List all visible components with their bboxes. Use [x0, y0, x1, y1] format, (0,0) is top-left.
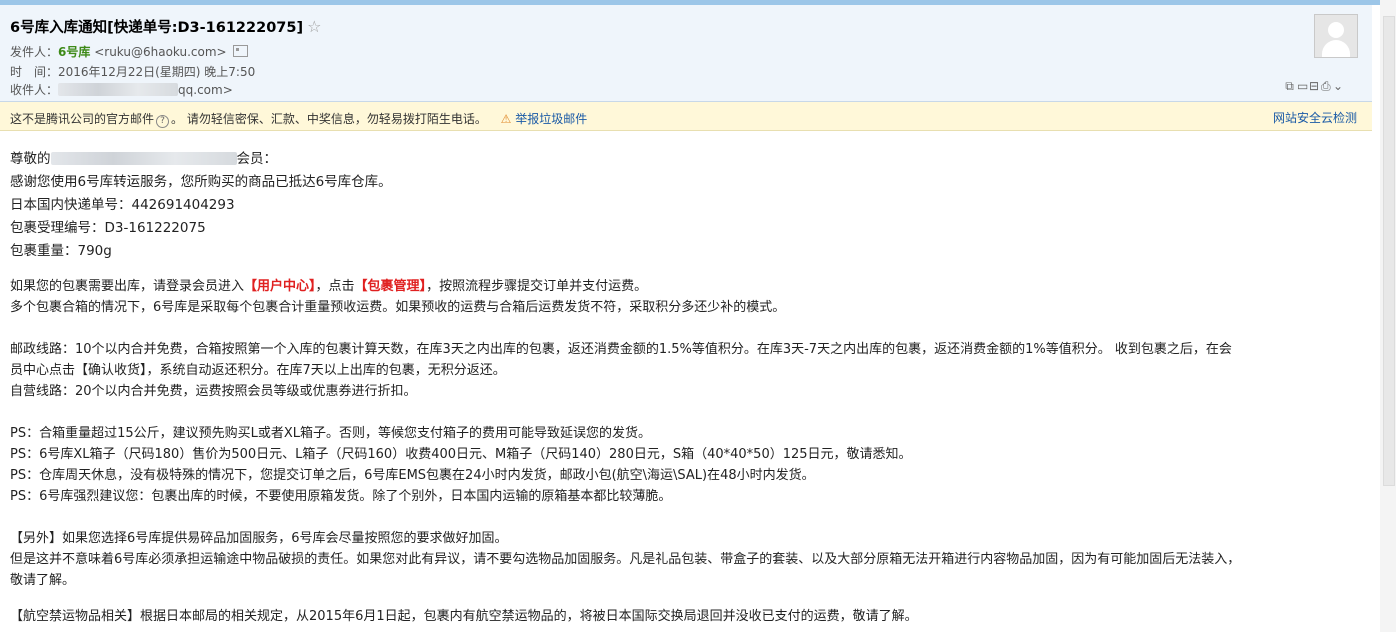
- ps-line-2: PS：6号库XL箱子（尺码180）售价为500日元、L箱子（尺码160）收费40…: [10, 447, 912, 462]
- instruction-line: 如果您的包裹需要出库，请登录会员进入【用户中心】，点击【包裹管理】，按照流程步骤…: [10, 278, 647, 296]
- avatar-head-shape: [1328, 22, 1344, 38]
- to-label: 收件人：: [10, 83, 59, 97]
- print-icon[interactable]: ⎙: [1321, 79, 1333, 94]
- ps-line-4: PS：6号库强烈建议您：包裹出库的时候，不要使用原箱发货。除了个别外，日本国内运…: [10, 489, 672, 504]
- time-row: 时 间：2016年12月22日(星期四) 晚上7:50: [10, 63, 255, 80]
- instruction-text-3: ，按照流程步骤提交订单并支付运费。: [426, 279, 648, 294]
- thanks-line: 感谢您使用6号库转运服务，您所购买的商品已抵达6号库仓库。: [10, 174, 392, 190]
- greeting-prefix: 尊敬的: [10, 151, 51, 167]
- star-icon[interactable]: ☆: [307, 17, 321, 36]
- email-subject: 6号库入库通知[快递单号:D3-161222075] ☆: [10, 16, 321, 37]
- instruction-text-1: 如果您的包裹需要出库，请登录会员进入: [10, 279, 245, 294]
- postal-route-line-1: 邮政线路：10个以内合并免费，合箱按照第一个入库的包裹计算天数，在库3天之内出库…: [10, 342, 1232, 357]
- from-label: 发件人：: [10, 45, 59, 59]
- time-value: 2016年12月22日(星期四) 晚上7:50: [58, 65, 256, 79]
- tracking-line: 日本国内快递单号：442691404293: [10, 197, 235, 213]
- extra-line-2: 但是这并不意味着6号库必须承担运输途中物品破损的责任。如果您对此有异议，请不要勾…: [10, 552, 1241, 567]
- subject-text: 6号库入库通知[快递单号:D3-161222075]: [10, 20, 304, 36]
- help-icon[interactable]: ?: [156, 115, 170, 128]
- extra-line-1: 【另外】如果您选择6号库提供易碎品加固服务，6号库会尽量按照您的要求做好加固。: [10, 531, 508, 546]
- chevron-down-icon[interactable]: ⌄: [1333, 79, 1345, 93]
- parcel-number-line: 包裹受理编号：D3-161222075: [10, 220, 206, 236]
- security-scan-link[interactable]: 网站安全云检测: [1273, 109, 1357, 126]
- postal-route-line-2: 员中心点击【确认收货】，系统自动返还积分。在库7天以上出库的包裹，无积分返还。: [10, 363, 506, 378]
- sender-email[interactable]: <ruku@6haoku.com>: [94, 45, 226, 59]
- avatar[interactable]: [1314, 14, 1358, 58]
- extra-line-3: 敬请了解。: [10, 573, 76, 588]
- header-toolbar: ⧉▭⊟⎙⌄: [1285, 79, 1345, 94]
- contact-card-icon[interactable]: [232, 45, 248, 57]
- report-flag-icon: ⚠: [500, 112, 512, 126]
- time-label: 时 间：: [10, 65, 59, 79]
- merge-info-line: 多个包裹合箱的情况下，6号库是采取每个包裹合计重量预收运费。如果预收的运费与合箱…: [10, 300, 786, 315]
- greeting-suffix: 会员：: [236, 151, 278, 167]
- instruction-text-2: ，点击: [315, 279, 355, 294]
- save-icon[interactable]: ⊟: [1309, 79, 1321, 93]
- air-restriction-line: 【航空禁运物品相关】根据日本邮局的相关规定，从2015年6月1日起，包裹内有航空…: [10, 609, 918, 624]
- weight-line: 包裹重量：790g: [10, 243, 112, 259]
- ps-line-3: PS：仓库周天休息，没有极特殊的情况下，您提交订单之后，6号库EMS包裹在24小…: [10, 468, 815, 483]
- security-notice-bar: 这不是腾讯公司的官方邮件?。 请勿轻信密保、汇款、中奖信息，勿轻易拨打陌生电话。…: [0, 102, 1372, 131]
- user-center-link[interactable]: 【用户中心】: [244, 279, 316, 294]
- from-row: 发件人：6号库 <ruku@6haoku.com>: [10, 43, 248, 60]
- avatar-body-shape: [1322, 40, 1350, 57]
- new-window-icon[interactable]: ⧉: [1285, 79, 1297, 94]
- print-preview-icon[interactable]: ▭: [1297, 79, 1309, 93]
- to-row: 收件人： qq.com>: [10, 81, 233, 98]
- redacted-member-name: [50, 152, 237, 165]
- notice-text-1: 这不是腾讯公司的官方邮件: [10, 112, 155, 126]
- parcel-management-link[interactable]: 【包裹管理】: [355, 279, 427, 294]
- report-spam-link[interactable]: 举报垃圾邮件: [515, 112, 587, 126]
- email-header: 6号库入库通知[快递单号:D3-161222075] ☆ 发件人：6号库 <ruk…: [0, 5, 1372, 102]
- scrollbar[interactable]: [1380, 0, 1396, 632]
- to-suffix[interactable]: qq.com>: [178, 83, 233, 97]
- sender-name[interactable]: 6号库: [58, 45, 90, 59]
- redacted-recipient: [58, 83, 179, 96]
- greeting-line: 尊敬的 会员：: [10, 150, 277, 168]
- notice-text: 这不是腾讯公司的官方邮件?。 请勿轻信密保、汇款、中奖信息，勿轻易拨打陌生电话。…: [10, 110, 587, 128]
- own-route-line: 自营线路：20个以内合并免费，运费按照会员等级或优惠券进行折扣。: [10, 384, 417, 399]
- scrollbar-thumb[interactable]: [1383, 16, 1395, 486]
- ps-line-1: PS：合箱重量超过15公斤，建议预先购买L或者XL箱子。否则，等候您支付箱子的费…: [10, 426, 652, 441]
- notice-text-2: 。 请勿轻信密保、汇款、中奖信息，勿轻易拨打陌生电话。: [171, 112, 487, 126]
